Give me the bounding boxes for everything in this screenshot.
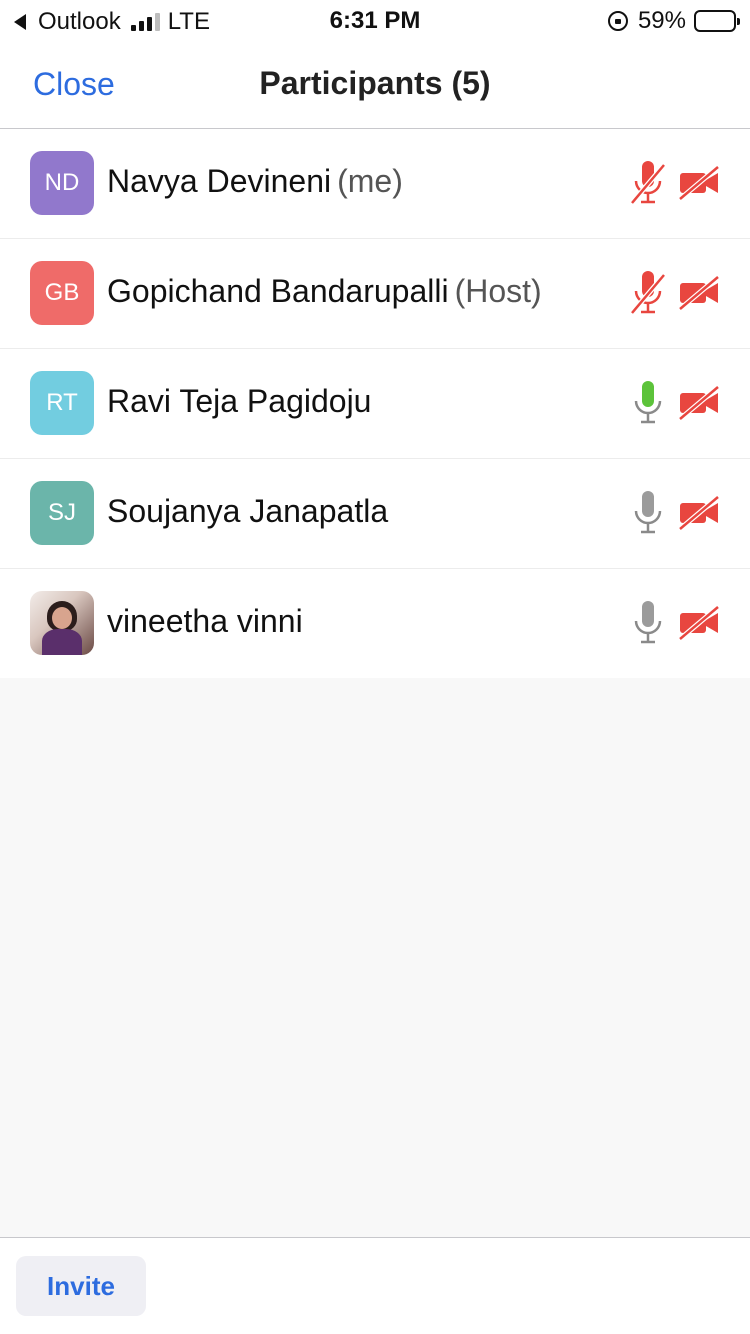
video-off-icon[interactable] <box>678 165 722 201</box>
participant-row[interactable]: ND Navya Devineni (me) <box>0 129 750 239</box>
mic-icon[interactable] <box>630 599 666 649</box>
avatar: RT <box>30 371 94 435</box>
mic-muted-icon[interactable] <box>630 269 666 319</box>
page-title: Participants (5) <box>259 65 491 101</box>
participant-row[interactable]: GB Gopichand Bandarupalli (Host) <box>0 239 750 349</box>
participant-name: Navya Devineni (me) <box>107 163 403 200</box>
avatar-photo-face <box>52 607 72 629</box>
footer: Invite <box>0 1237 750 1334</box>
avatar <box>30 591 94 655</box>
participant-row[interactable]: vineetha vinni <box>0 569 750 679</box>
participant-name-text: vineetha vinni <box>107 603 303 639</box>
battery-icon <box>694 10 740 32</box>
avatar: GB <box>30 261 94 325</box>
participant-name-text: Navya Devineni <box>107 163 332 199</box>
participant-role: (Host) <box>454 273 542 309</box>
empty-area <box>0 678 750 1237</box>
participant-list: ND Navya Devineni (me) GB Gopichand Bandarup… <box>0 129 750 679</box>
invite-button[interactable]: Invite <box>16 1256 146 1316</box>
participant-name-text: Soujanya Janapatla <box>107 493 389 529</box>
participant-name: Ravi Teja Pagidoju <box>107 383 371 420</box>
participant-name: Gopichand Bandarupalli (Host) <box>107 273 542 310</box>
participant-name: vineetha vinni <box>107 603 303 640</box>
rotation-lock-icon <box>607 11 628 31</box>
participant-role: (me) <box>337 163 403 199</box>
mic-icon[interactable] <box>630 489 666 539</box>
participant-name-text: Ravi Teja Pagidoju <box>107 383 372 419</box>
status-right: 59% <box>607 7 740 35</box>
avatar: SJ <box>30 481 94 545</box>
participant-name: Soujanya Janapatla <box>107 493 388 530</box>
avatar: ND <box>30 151 94 215</box>
video-off-icon[interactable] <box>678 605 722 641</box>
video-off-icon[interactable] <box>678 495 722 531</box>
participant-row[interactable]: SJ Soujanya Janapatla <box>0 459 750 569</box>
participant-row[interactable]: RT Ravi Teja Pagidoju <box>0 349 750 459</box>
video-off-icon[interactable] <box>678 275 722 311</box>
header: Close Participants (5) <box>0 40 750 129</box>
mic-muted-icon[interactable] <box>630 159 666 209</box>
participant-name-text: Gopichand Bandarupalli <box>107 273 449 309</box>
mic-active-icon[interactable] <box>630 379 666 429</box>
status-bar: Outlook LTE 6:31 PM 59% <box>0 0 750 40</box>
video-off-icon[interactable] <box>678 385 722 421</box>
avatar-photo-body <box>42 629 82 655</box>
battery-percent: 59% <box>637 7 686 34</box>
